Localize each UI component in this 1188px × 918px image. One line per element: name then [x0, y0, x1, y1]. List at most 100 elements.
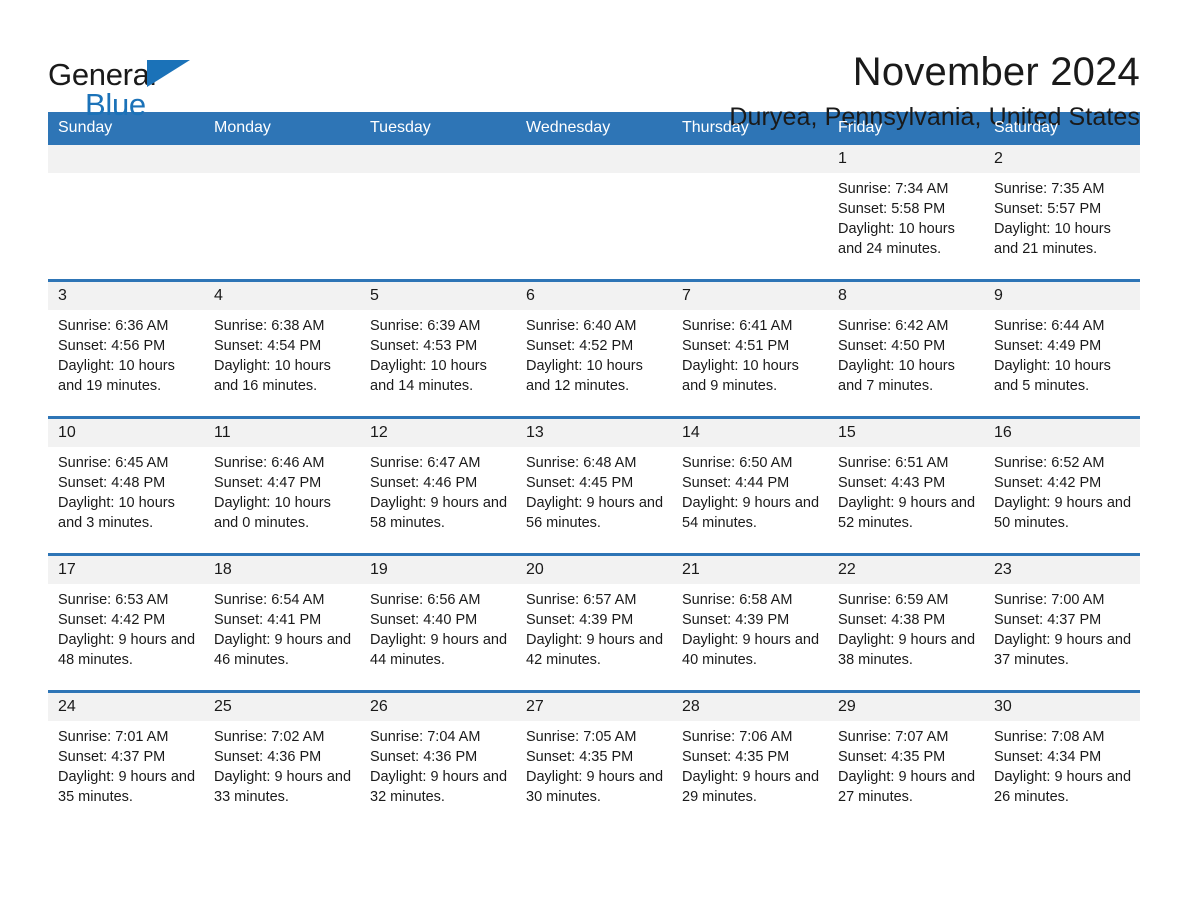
calendar-day-cell[interactable]: 1 Sunrise: 7:34 AM Sunset: 5:58 PM Daylight…	[828, 145, 984, 281]
calendar-day-cell[interactable]: 12 Sunrise: 6:47 AM Sunset: 4:46 PM Dayligh…	[360, 416, 516, 555]
calendar-day-cell[interactable]: 20 Sunrise: 6:57 AM Sunset: 4:39 PM Dayligh…	[516, 553, 672, 692]
calendar-day-cell[interactable]: 26 Sunrise: 7:04 AM Sunset: 4:36 PM Dayligh…	[360, 690, 516, 827]
day-details: Sunrise: 6:57 AM Sunset: 4:39 PM Daylight:…	[516, 584, 672, 670]
calendar-day-cell[interactable]: 17 Sunrise: 6:53 AM Sunset: 4:42 PM Dayligh…	[48, 553, 204, 692]
day-cell-inner: 7 Sunrise: 6:41 AM Sunset: 4:51 PM Daylight…	[672, 282, 828, 416]
day-number-band: 28	[672, 693, 828, 721]
sunset-text: Sunset: 4:48 PM	[58, 475, 166, 491]
daylight-text: Daylight: 9 hours and 48 minutes.	[58, 632, 196, 668]
day-number-band: 1	[828, 145, 984, 173]
calendar-day-cell[interactable]: 7 Sunrise: 6:41 AM Sunset: 4:51 PM Daylight…	[672, 279, 828, 418]
day-details: Sunrise: 7:00 AM Sunset: 4:37 PM Daylight:…	[984, 584, 1140, 670]
calendar-day-cell[interactable]: 6 Sunrise: 6:40 AM Sunset: 4:52 PM Daylight…	[516, 279, 672, 418]
calendar-day-cell[interactable]: 18 Sunrise: 6:54 AM Sunset: 4:41 PM Dayligh…	[204, 553, 360, 692]
daylight-text: Daylight: 9 hours and 46 minutes.	[214, 632, 352, 668]
day-number-band: 26	[360, 693, 516, 721]
calendar-week-row: 3 Sunrise: 6:36 AM Sunset: 4:56 PM Daylight…	[48, 279, 1140, 418]
day-details: Sunrise: 7:08 AM Sunset: 4:34 PM Daylight:…	[984, 721, 1140, 807]
daylight-text: Daylight: 9 hours and 38 minutes.	[838, 632, 976, 668]
calendar-day-cell[interactable]: 30 Sunrise: 7:08 AM Sunset: 4:34 PM Dayligh…	[984, 690, 1140, 827]
calendar-day-cell[interactable]: 28 Sunrise: 7:06 AM Sunset: 4:35 PM Dayligh…	[672, 690, 828, 827]
calendar-week-row: 17 Sunrise: 6:53 AM Sunset: 4:42 PM Dayligh…	[48, 553, 1140, 692]
day-details: Sunrise: 7:05 AM Sunset: 4:35 PM Daylight:…	[516, 721, 672, 807]
calendar-day-cell[interactable]: 24 Sunrise: 7:01 AM Sunset: 4:37 PM Dayligh…	[48, 690, 204, 827]
sunset-text: Sunset: 4:50 PM	[838, 338, 946, 354]
day-details: Sunrise: 7:01 AM Sunset: 4:37 PM Daylight:…	[48, 721, 204, 807]
sunrise-text: Sunrise: 6:53 AM	[58, 592, 169, 608]
sunset-text: Sunset: 4:41 PM	[214, 612, 322, 628]
sunrise-text: Sunrise: 7:01 AM	[58, 729, 169, 745]
day-cell-inner: 11 Sunrise: 6:46 AM Sunset: 4:47 PM Dayligh…	[204, 419, 360, 553]
sunset-text: Sunset: 4:52 PM	[526, 338, 634, 354]
calendar-day-cell	[204, 145, 360, 281]
calendar-day-cell[interactable]: 25 Sunrise: 7:02 AM Sunset: 4:36 PM Dayligh…	[204, 690, 360, 827]
calendar-day-cell[interactable]: 19 Sunrise: 6:56 AM Sunset: 4:40 PM Dayligh…	[360, 553, 516, 692]
calendar-day-cell[interactable]: 21 Sunrise: 6:58 AM Sunset: 4:39 PM Dayligh…	[672, 553, 828, 692]
calendar-day-cell[interactable]: 14 Sunrise: 6:50 AM Sunset: 4:44 PM Dayligh…	[672, 416, 828, 555]
day-number-band: 3	[48, 282, 204, 310]
day-cell-inner: 24 Sunrise: 7:01 AM Sunset: 4:37 PM Dayligh…	[48, 693, 204, 827]
day-number: 29	[838, 698, 856, 715]
day-number-band	[204, 145, 360, 173]
calendar-day-cell[interactable]: 5 Sunrise: 6:39 AM Sunset: 4:53 PM Daylight…	[360, 279, 516, 418]
day-number: 8	[838, 287, 847, 304]
sunrise-text: Sunrise: 6:46 AM	[214, 455, 325, 471]
sunrise-text: Sunrise: 6:40 AM	[526, 318, 637, 334]
day-cell-inner: 9 Sunrise: 6:44 AM Sunset: 4:49 PM Daylight…	[984, 282, 1140, 416]
day-number-band: 17	[48, 556, 204, 584]
daylight-text: Daylight: 10 hours and 7 minutes.	[838, 358, 955, 394]
day-number-band: 18	[204, 556, 360, 584]
calendar-day-cell[interactable]: 3 Sunrise: 6:36 AM Sunset: 4:56 PM Daylight…	[48, 279, 204, 418]
daylight-text: Daylight: 9 hours and 27 minutes.	[838, 769, 976, 805]
calendar-day-cell[interactable]: 22 Sunrise: 6:59 AM Sunset: 4:38 PM Dayligh…	[828, 553, 984, 692]
calendar-day-cell	[516, 145, 672, 281]
sunrise-text: Sunrise: 6:38 AM	[214, 318, 325, 334]
calendar-day-cell[interactable]: 4 Sunrise: 6:38 AM Sunset: 4:54 PM Daylight…	[204, 279, 360, 418]
calendar-day-cell	[48, 145, 204, 281]
calendar-day-cell[interactable]: 15 Sunrise: 6:51 AM Sunset: 4:43 PM Dayligh…	[828, 416, 984, 555]
day-cell-inner	[672, 145, 828, 279]
day-details: Sunrise: 6:41 AM Sunset: 4:51 PM Daylight:…	[672, 310, 828, 396]
day-cell-inner: 30 Sunrise: 7:08 AM Sunset: 4:34 PM Dayligh…	[984, 693, 1140, 827]
sunrise-text: Sunrise: 7:07 AM	[838, 729, 949, 745]
sunrise-text: Sunrise: 6:59 AM	[838, 592, 949, 608]
day-cell-inner: 26 Sunrise: 7:04 AM Sunset: 4:36 PM Dayligh…	[360, 693, 516, 827]
calendar-day-cell[interactable]: 27 Sunrise: 7:05 AM Sunset: 4:35 PM Dayligh…	[516, 690, 672, 827]
daylight-text: Daylight: 9 hours and 44 minutes.	[370, 632, 508, 668]
day-number-band: 6	[516, 282, 672, 310]
day-number: 6	[526, 287, 535, 304]
sunrise-text: Sunrise: 6:39 AM	[370, 318, 481, 334]
sunrise-text: Sunrise: 6:36 AM	[58, 318, 169, 334]
sunset-text: Sunset: 4:35 PM	[838, 749, 946, 765]
day-cell-inner: 15 Sunrise: 6:51 AM Sunset: 4:43 PM Dayligh…	[828, 419, 984, 553]
day-cell-inner: 25 Sunrise: 7:02 AM Sunset: 4:36 PM Dayligh…	[204, 693, 360, 827]
calendar-day-cell[interactable]: 10 Sunrise: 6:45 AM Sunset: 4:48 PM Dayligh…	[48, 416, 204, 555]
calendar-day-cell[interactable]: 23 Sunrise: 7:00 AM Sunset: 4:37 PM Dayligh…	[984, 553, 1140, 692]
sunrise-text: Sunrise: 6:56 AM	[370, 592, 481, 608]
calendar-day-cell[interactable]: 11 Sunrise: 6:46 AM Sunset: 4:47 PM Dayligh…	[204, 416, 360, 555]
daylight-text: Daylight: 10 hours and 14 minutes.	[370, 358, 487, 394]
calendar-day-cell[interactable]: 13 Sunrise: 6:48 AM Sunset: 4:45 PM Dayligh…	[516, 416, 672, 555]
calendar-day-cell[interactable]: 16 Sunrise: 6:52 AM Sunset: 4:42 PM Dayligh…	[984, 416, 1140, 555]
calendar-day-cell[interactable]: 8 Sunrise: 6:42 AM Sunset: 4:50 PM Daylight…	[828, 279, 984, 418]
day-number-band: 20	[516, 556, 672, 584]
sunrise-text: Sunrise: 6:45 AM	[58, 455, 169, 471]
day-cell-inner: 2 Sunrise: 7:35 AM Sunset: 5:57 PM Daylight…	[984, 145, 1140, 279]
day-number-band: 8	[828, 282, 984, 310]
sunset-text: Sunset: 4:42 PM	[58, 612, 166, 628]
day-number: 12	[370, 424, 388, 441]
day-details: Sunrise: 6:54 AM Sunset: 4:41 PM Daylight:…	[204, 584, 360, 670]
calendar-day-cell[interactable]: 29 Sunrise: 7:07 AM Sunset: 4:35 PM Dayligh…	[828, 690, 984, 827]
calendar-day-cell[interactable]: 2 Sunrise: 7:35 AM Sunset: 5:57 PM Daylight…	[984, 145, 1140, 281]
day-details: Sunrise: 6:50 AM Sunset: 4:44 PM Daylight:…	[672, 447, 828, 533]
day-details: Sunrise: 7:34 AM Sunset: 5:58 PM Daylight:…	[828, 173, 984, 259]
day-details: Sunrise: 6:58 AM Sunset: 4:39 PM Daylight:…	[672, 584, 828, 670]
day-details: Sunrise: 6:46 AM Sunset: 4:47 PM Daylight:…	[204, 447, 360, 533]
sunset-text: Sunset: 5:57 PM	[994, 201, 1102, 217]
day-number: 15	[838, 424, 856, 441]
day-details: Sunrise: 6:59 AM Sunset: 4:38 PM Daylight:…	[828, 584, 984, 670]
day-cell-inner: 22 Sunrise: 6:59 AM Sunset: 4:38 PM Dayligh…	[828, 556, 984, 690]
calendar-day-cell[interactable]: 9 Sunrise: 6:44 AM Sunset: 4:49 PM Daylight…	[984, 279, 1140, 418]
day-number-band: 30	[984, 693, 1140, 721]
sunset-text: Sunset: 4:54 PM	[214, 338, 322, 354]
